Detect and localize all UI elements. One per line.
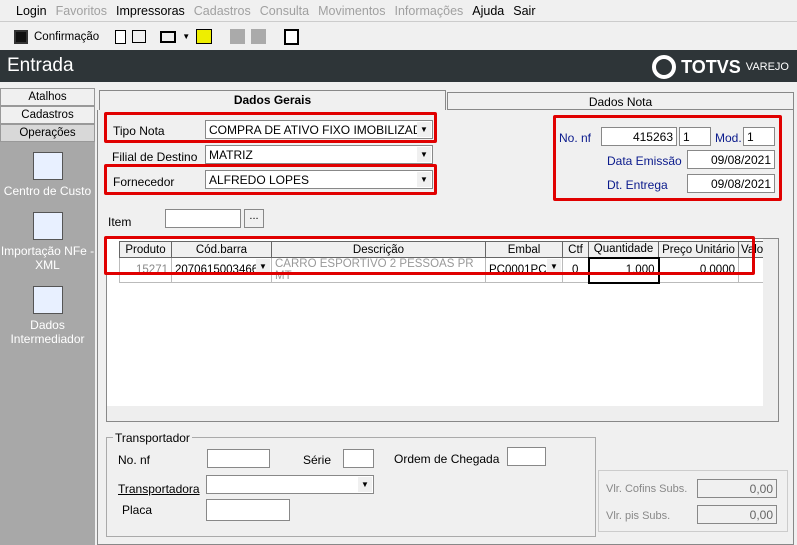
no-nf-label: No. nf — [559, 131, 592, 145]
transp-serie-input[interactable] — [343, 449, 374, 468]
vertical-scrollbar[interactable] — [763, 239, 778, 421]
transp-nf-label: No. nf — [118, 453, 151, 467]
sidebar-tab-cadastros[interactable]: Cadastros — [0, 106, 95, 124]
sidebar-tab-operacoes[interactable]: Operações — [0, 124, 95, 142]
chevron-down-icon: ▼ — [417, 172, 431, 187]
fornecedor-label: Fornecedor — [113, 175, 175, 189]
transp-serie-label: Série — [303, 453, 332, 467]
new-document-icon[interactable] — [115, 29, 127, 44]
page-header: Entrada TOTVS VAREJO — [0, 50, 797, 82]
save-icon[interactable] — [14, 29, 28, 44]
entrega-input[interactable]: 09/08/2021 — [687, 174, 775, 193]
page-title: Entrada — [7, 55, 74, 76]
confirm-button[interactable]: Confirmação — [34, 31, 99, 43]
printer-icon[interactable] — [160, 30, 177, 43]
fornecedor-select[interactable]: ALFREDO LOPES ▼ — [205, 170, 433, 189]
chevron-down-icon: ▼ — [358, 477, 372, 492]
document-icon — [32, 152, 63, 180]
entrega-label: Dt. Entrega — [607, 178, 668, 192]
transp-nf-input[interactable] — [207, 449, 270, 468]
menu-ajuda[interactable]: Ajuda — [472, 4, 504, 18]
transportadora-label[interactable]: Transportadora — [118, 482, 200, 496]
pis-label: Vlr. pis Subs. — [606, 510, 671, 522]
document-icon — [32, 286, 63, 314]
filial-label: Filial de Destino — [112, 150, 198, 164]
placa-input[interactable] — [206, 499, 290, 521]
tab-dados-gerais[interactable]: Dados Gerais — [99, 90, 446, 110]
menu-cadastros[interactable]: Cadastros — [194, 4, 251, 18]
emissao-label: Data Emissão — [607, 154, 682, 168]
printer-dropdown-icon[interactable]: ▼ — [182, 32, 190, 41]
ordem-chegada-label: Ordem de Chegada — [394, 452, 500, 466]
filial-select[interactable]: MATRIZ ▼ — [205, 145, 433, 164]
sidebar-item-importacao-nfe[interactable]: Importação NFe - XML — [0, 212, 95, 272]
help-icon[interactable] — [196, 29, 213, 44]
item-lookup-button[interactable]: ... — [244, 209, 264, 228]
menu-movimentos[interactable]: Movimentos — [318, 4, 385, 18]
toolbar: Confirmação ▼ — [0, 24, 797, 49]
no-nf-input[interactable]: 415263 — [601, 127, 677, 146]
sidebar-item-centro-custo[interactable]: Centro de Custo — [0, 152, 95, 198]
menu-bar: Login Favoritos Impressoras Cadastros Co… — [0, 0, 797, 22]
cofins-input: 0,00 — [697, 479, 777, 498]
totvs-logo: TOTVS VAREJO — [652, 55, 789, 79]
menu-favoritos[interactable]: Favoritos — [56, 4, 107, 18]
highlight-grid — [104, 236, 755, 275]
tab-dados-nota[interactable]: Dados Nota — [447, 92, 794, 110]
emissao-input[interactable]: 09/08/2021 — [687, 150, 775, 169]
disabled-tool-icon — [230, 29, 246, 44]
mod-label: Mod. — [715, 131, 742, 145]
pis-input: 0,00 — [697, 505, 777, 524]
cofins-label: Vlr. Cofins Subs. — [606, 483, 688, 495]
transportadora-select[interactable]: ▼ — [206, 475, 374, 494]
serie-input[interactable]: 1 — [679, 127, 711, 146]
item-label: Item — [108, 215, 132, 229]
transportador-title: Transportador — [113, 431, 192, 445]
menu-informacoes[interactable]: Informações — [395, 4, 464, 18]
sidebar-item-dados-intermediador[interactable]: Dados Intermediador — [0, 286, 95, 346]
menu-sair[interactable]: Sair — [513, 4, 535, 18]
chevron-down-icon: ▼ — [417, 147, 431, 162]
open-icon[interactable] — [132, 30, 147, 43]
menu-consulta[interactable]: Consulta — [260, 4, 309, 18]
menu-impressoras[interactable]: Impressoras — [116, 4, 185, 18]
calendar-icon[interactable] — [284, 28, 300, 45]
chevron-down-icon: ▼ — [417, 122, 431, 137]
tipo-nota-label: Tipo Nota — [113, 124, 165, 138]
placa-label: Placa — [122, 503, 153, 517]
document-icon — [32, 212, 63, 240]
mod-input[interactable]: 1 — [743, 127, 775, 146]
tipo-nota-select[interactable]: COMPRA DE ATIVO FIXO IMOBILIZADO ▼ — [205, 120, 433, 139]
item-input[interactable] — [165, 209, 241, 228]
ordem-chegada-input[interactable] — [507, 447, 546, 466]
disabled-tool-icon — [251, 29, 267, 44]
menu-login[interactable]: Login — [16, 4, 47, 18]
sidebar: Atalhos Cadastros Operações Centro de Cu… — [0, 88, 95, 545]
sidebar-tab-atalhos[interactable]: Atalhos — [0, 88, 95, 106]
horizontal-scrollbar[interactable] — [107, 406, 764, 421]
